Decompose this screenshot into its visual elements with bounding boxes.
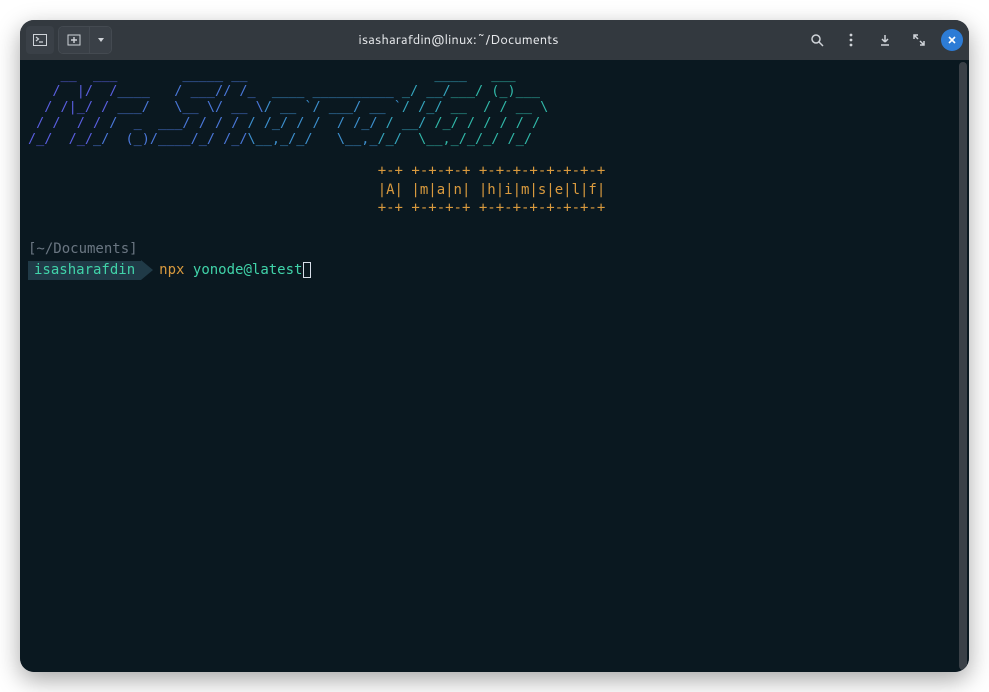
maximize-icon[interactable] [907, 26, 931, 54]
titlebar: isasharafdin@linux:~/Documents [20, 20, 969, 60]
search-icon[interactable] [805, 26, 829, 54]
terminal-app-icon[interactable] [26, 26, 54, 54]
prompt-user: isasharafdin [28, 261, 141, 279]
new-tab-dropdown[interactable] [89, 27, 111, 53]
command-binary: npx [159, 261, 184, 279]
ascii-banner: __ ___ _____ __ ____ ___ / |/ /____ / __… [28, 68, 955, 148]
scrollbar[interactable] [959, 62, 967, 670]
prompt-arrow-icon [141, 260, 153, 280]
close-icon[interactable] [941, 29, 963, 51]
command-arg: yonode@latest [193, 261, 303, 279]
menu-icon[interactable] [839, 26, 863, 54]
minimize-icon[interactable] [873, 26, 897, 54]
terminal-window: isasharafdin@linux:~/Documents __ ___ __… [20, 20, 969, 672]
ascii-subtitle: +-+ +-+-+-+ +-+-+-+-+-+-+-+ |A| |m|a|n| … [28, 162, 955, 219]
cwd-path: [~/Documents] [28, 240, 955, 258]
new-tab-button[interactable] [59, 27, 89, 53]
window-title: isasharafdin@linux:~/Documents [116, 31, 801, 49]
terminal-body[interactable]: __ ___ _____ __ ____ ___ / |/ /____ / __… [20, 60, 969, 672]
cursor [303, 262, 311, 278]
prompt-line[interactable]: isasharafdin npx yonode@latest [28, 260, 955, 280]
new-tab-group [58, 26, 112, 54]
